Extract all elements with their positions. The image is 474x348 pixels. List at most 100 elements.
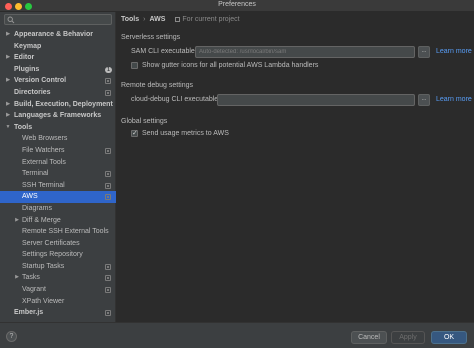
gutter-icons-label: Show gutter icons for all potential AWS … [142,62,319,69]
chevron-right-icon[interactable]: ▶ [4,29,12,41]
breadcrumb-separator: › [143,16,146,23]
project-scope-icon [105,194,111,201]
apply-button[interactable]: Apply [391,331,425,344]
usage-metrics-checkbox[interactable] [131,129,138,137]
sidebar-item-aws[interactable]: AWS [0,191,116,203]
cloud-debug-learn-more-link[interactable]: Learn more [436,96,472,103]
serverless-heading: Serverless settings [121,34,181,41]
sidebar-item-label: Diff & Merge [22,216,61,224]
sidebar-item-vagrant[interactable]: Vagrant [0,284,116,296]
sam-cli-label: SAM CLI executable: [131,48,197,55]
sidebar-item-terminal[interactable]: Terminal [0,168,116,180]
sidebar-item-label: Remote SSH External Tools [22,228,109,236]
sam-cli-field[interactable] [195,46,415,58]
sam-cli-input[interactable] [196,47,414,57]
chevron-right-icon[interactable]: ▶ [13,272,21,284]
sidebar-item-label: AWS [22,193,38,201]
project-scope-icon [105,275,111,282]
sidebar-item-plugins[interactable]: Plugins 1 [0,64,116,76]
sidebar-item-label: SSH Terminal [22,181,65,189]
sidebar-item-appearance-behavior[interactable]: ▶ Appearance & Behavior [0,29,116,41]
search-icon [7,16,15,24]
sidebar-item-label: Plugins [14,65,40,73]
project-scope-icon [105,263,111,270]
sidebar-item-diagrams[interactable]: Diagrams [0,203,116,215]
project-scope-icon [175,16,181,22]
sidebar-item-label: Editor [14,54,35,62]
chevron-right-icon[interactable]: ▶ [4,99,12,111]
update-count-badge: 1 [105,66,112,73]
sidebar-item-label: Tasks [22,274,40,282]
chevron-right-icon[interactable]: ▶ [13,215,21,227]
sidebar-item-label: Vagrant [22,286,46,294]
project-scope-icon [105,147,111,154]
ok-button[interactable]: OK [431,331,467,344]
sidebar-item-label: Diagrams [22,204,52,212]
sidebar-item-settings-repository[interactable]: Settings Repository [0,249,116,261]
sidebar-item-label: Appearance & Behavior [14,31,93,38]
sam-cli-browse-button[interactable]: ... [418,46,430,58]
sidebar-item-remote-ssh-external-tools[interactable]: Remote SSH External Tools [0,226,116,238]
help-button[interactable]: ? [6,331,17,342]
sidebar-item-label: Directories [14,88,51,96]
sidebar-item-label: Server Certificates [22,239,80,247]
project-scope-icon [105,310,111,317]
cloud-debug-input[interactable] [218,95,414,105]
sidebar-item-label: Build, Execution, Deployment [14,100,113,108]
sidebar-item-label: XPath Viewer [22,297,65,305]
breadcrumb-aws: AWS [149,16,166,23]
sidebar-item-label: File Watchers [22,146,65,154]
aws-settings-panel: Tools › AWS For current project Serverless… [117,12,474,322]
project-scope-icon [105,287,111,294]
breadcrumb-tools[interactable]: Tools [121,16,139,23]
sidebar-item-label: Terminal [22,170,49,178]
sidebar-item-directories[interactable]: Directories [0,87,116,99]
sidebar-item-keymap[interactable]: Keymap [0,41,116,53]
settings-sidebar: ▶ Appearance & Behavior Keymap ▶ Editor Plugi… [0,12,116,322]
chevron-right-icon[interactable]: ▶ [4,52,12,64]
sidebar-item-server-certificates[interactable]: Server Certificates [0,238,116,250]
sidebar-item-ember-js[interactable]: Ember.js [0,307,116,319]
sidebar-item-tasks[interactable]: ▶ Tasks [0,272,116,284]
dialog-footer: ? Cancel Apply OK [0,322,474,348]
breadcrumb: Tools › AWS For current project [121,15,240,25]
cloud-debug-browse-button[interactable]: ... [418,94,430,106]
sidebar-item-external-tools[interactable]: External Tools [0,157,116,169]
chevron-down-icon[interactable]: ▼ [4,122,12,134]
sidebar-item-label: Startup Tasks [22,262,65,270]
usage-metrics-label: Send usage metrics to AWS [142,130,229,137]
sidebar-item-label: Ember.js [14,309,44,317]
title-bar: Preferences [0,0,474,12]
scope-label: For current project [182,16,240,23]
sam-cli-learn-more-link[interactable]: Learn more [436,48,472,55]
sidebar-item-ssh-terminal[interactable]: SSH Terminal [0,180,116,192]
sidebar-item-label: Languages & Frameworks [14,112,102,120]
sidebar-item-editor[interactable]: ▶ Editor [0,52,116,64]
settings-tree: ▶ Appearance & Behavior Keymap ▶ Editor Plugi… [0,29,116,319]
cloud-debug-field[interactable] [217,94,415,106]
project-scope-icon [105,78,111,85]
chevron-right-icon[interactable]: ▶ [4,75,12,87]
sidebar-item-languages-frameworks[interactable]: ▶ Languages & Frameworks [0,110,116,122]
sidebar-item-file-watchers[interactable]: File Watchers [0,145,116,157]
remote-debug-heading: Remote debug settings [121,82,193,89]
project-scope-icon [105,171,111,178]
sidebar-item-diff-merge[interactable]: ▶ Diff & Merge [0,215,116,227]
cancel-button[interactable]: Cancel [351,331,387,344]
global-heading: Global settings [121,118,168,125]
sidebar-item-startup-tasks[interactable]: Startup Tasks [0,261,116,273]
scope-note: For current project [175,16,240,23]
sidebar-item-version-control[interactable]: ▶ Version Control [0,75,116,87]
sidebar-item-label: Version Control [14,77,67,85]
gutter-icons-checkbox[interactable] [131,62,138,69]
sidebar-item-label: Web Browsers [22,135,68,143]
sidebar-item-label: Keymap [14,42,42,50]
sidebar-item-web-browsers[interactable]: Web Browsers [0,133,116,145]
sidebar-item-xpath-viewer[interactable]: XPath Viewer [0,296,116,308]
window-title: Preferences [218,1,256,8]
sidebar-item-label: Tools [14,123,33,131]
sidebar-item-build-execution-deployment[interactable]: ▶ Build, Execution, Deployment [0,99,116,111]
sidebar-item-tools[interactable]: ▼ Tools [0,122,116,134]
chevron-right-icon[interactable]: ▶ [4,110,12,122]
settings-search-input[interactable] [4,14,112,25]
